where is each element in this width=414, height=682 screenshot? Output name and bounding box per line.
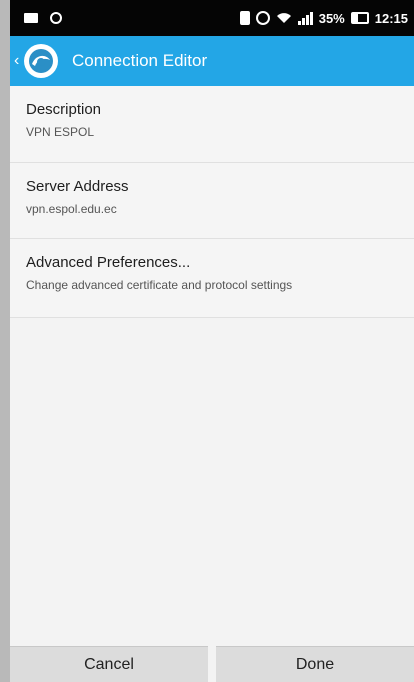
settings-list: Description VPN ESPOL Server Address vpn… [10, 86, 414, 318]
app-bar: ‹ Connection Editor [10, 36, 414, 86]
description-value: VPN ESPOL [26, 125, 95, 139]
back-chevron-icon[interactable]: ‹ [14, 52, 24, 70]
battery-icon [350, 12, 369, 24]
advanced-preferences-summary: Change advanced certificate and protocol… [26, 278, 293, 292]
screen: 35% 12:15 ‹ Connection Editor Descriptio… [10, 0, 414, 682]
wifi-icon [276, 13, 291, 23]
vibrate-icon [239, 11, 250, 25]
server-address-value: vpn.espol.edu.ec [26, 202, 117, 216]
message-icon [24, 13, 38, 23]
list-item-server-address[interactable]: Server Address vpn.espol.edu.ec [10, 163, 414, 239]
description-label: Description [26, 101, 102, 118]
app-logo[interactable] [24, 44, 58, 78]
advanced-preferences-label: Advanced Preferences... [26, 254, 191, 271]
alarm-icon [255, 11, 270, 25]
list-item-advanced-preferences[interactable]: Advanced Preferences... Change advanced … [10, 239, 414, 318]
battery-percent: 35% [318, 10, 345, 26]
clock: 12:15 [374, 10, 408, 26]
server-address-label: Server Address [26, 178, 129, 195]
list-item-description[interactable]: Description VPN ESPOL [10, 86, 414, 163]
done-button[interactable]: Done [216, 646, 414, 682]
button-bar: Cancel Done [10, 646, 414, 682]
page-title: Connection Editor [72, 51, 208, 70]
signal-icon [297, 11, 313, 25]
device-frame-edge [0, 0, 10, 682]
status-bar: 35% 12:15 [10, 0, 414, 36]
sync-icon [50, 12, 62, 24]
cancel-button[interactable]: Cancel [10, 646, 208, 682]
connect-logo-icon [29, 49, 53, 73]
